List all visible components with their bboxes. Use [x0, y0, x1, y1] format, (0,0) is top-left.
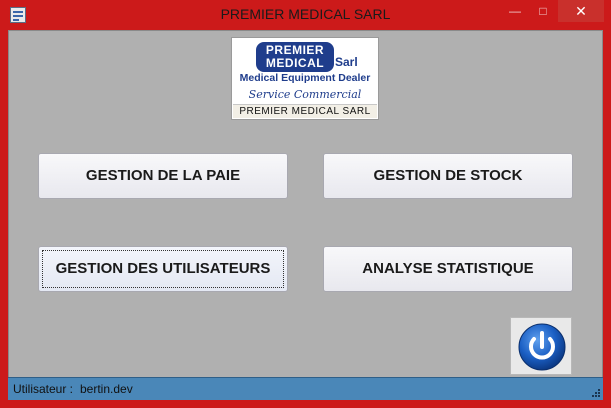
statistics-button-label: ANALYSE STATISTIQUE: [362, 260, 534, 277]
statistics-button[interactable]: ANALYSE STATISTIQUE: [323, 246, 573, 292]
logo-line-premier: PREMIER: [265, 43, 325, 57]
status-user-name: bertin.dev: [80, 382, 133, 396]
logo-line-medical: MEDICAL: [265, 56, 325, 70]
status-user-label: Utilisateur :: [13, 382, 74, 396]
stock-button-label: GESTION DE STOCK: [373, 167, 523, 184]
main-window: PREMIER MEDICAL SARL — □ ✕ PREMIER MEDIC…: [0, 0, 611, 408]
logo-sarl: Sarl: [335, 55, 358, 69]
power-icon: [518, 323, 566, 371]
payroll-button-label: GESTION DE LA PAIE: [85, 167, 241, 184]
maximize-button[interactable]: □: [530, 0, 556, 22]
power-button[interactable]: [510, 317, 572, 375]
close-button[interactable]: ✕: [558, 0, 604, 22]
stock-button[interactable]: GESTION DE STOCK: [323, 153, 573, 199]
payroll-button[interactable]: GESTION DE LA PAIE: [38, 153, 288, 199]
main-panel: PREMIER MEDICAL Sarl Medical Equipment D…: [8, 30, 603, 400]
logo-badge: PREMIER MEDICAL: [256, 42, 334, 72]
logo-service-text: Service Commercial: [248, 88, 362, 101]
minimize-button[interactable]: —: [502, 0, 528, 22]
focus-ring: [42, 250, 284, 288]
status-bar: Utilisateur : bertin.dev: [8, 377, 603, 400]
logo-caption: PREMIER MEDICAL SARL: [233, 104, 377, 118]
title-bar[interactable]: PREMIER MEDICAL SARL — □ ✕: [0, 0, 611, 30]
logo-dealer-text: Medical Equipment Dealer: [239, 72, 371, 84]
users-button[interactable]: GESTION DES UTILISATEURS: [38, 246, 288, 292]
resize-grip[interactable]: [592, 389, 600, 397]
